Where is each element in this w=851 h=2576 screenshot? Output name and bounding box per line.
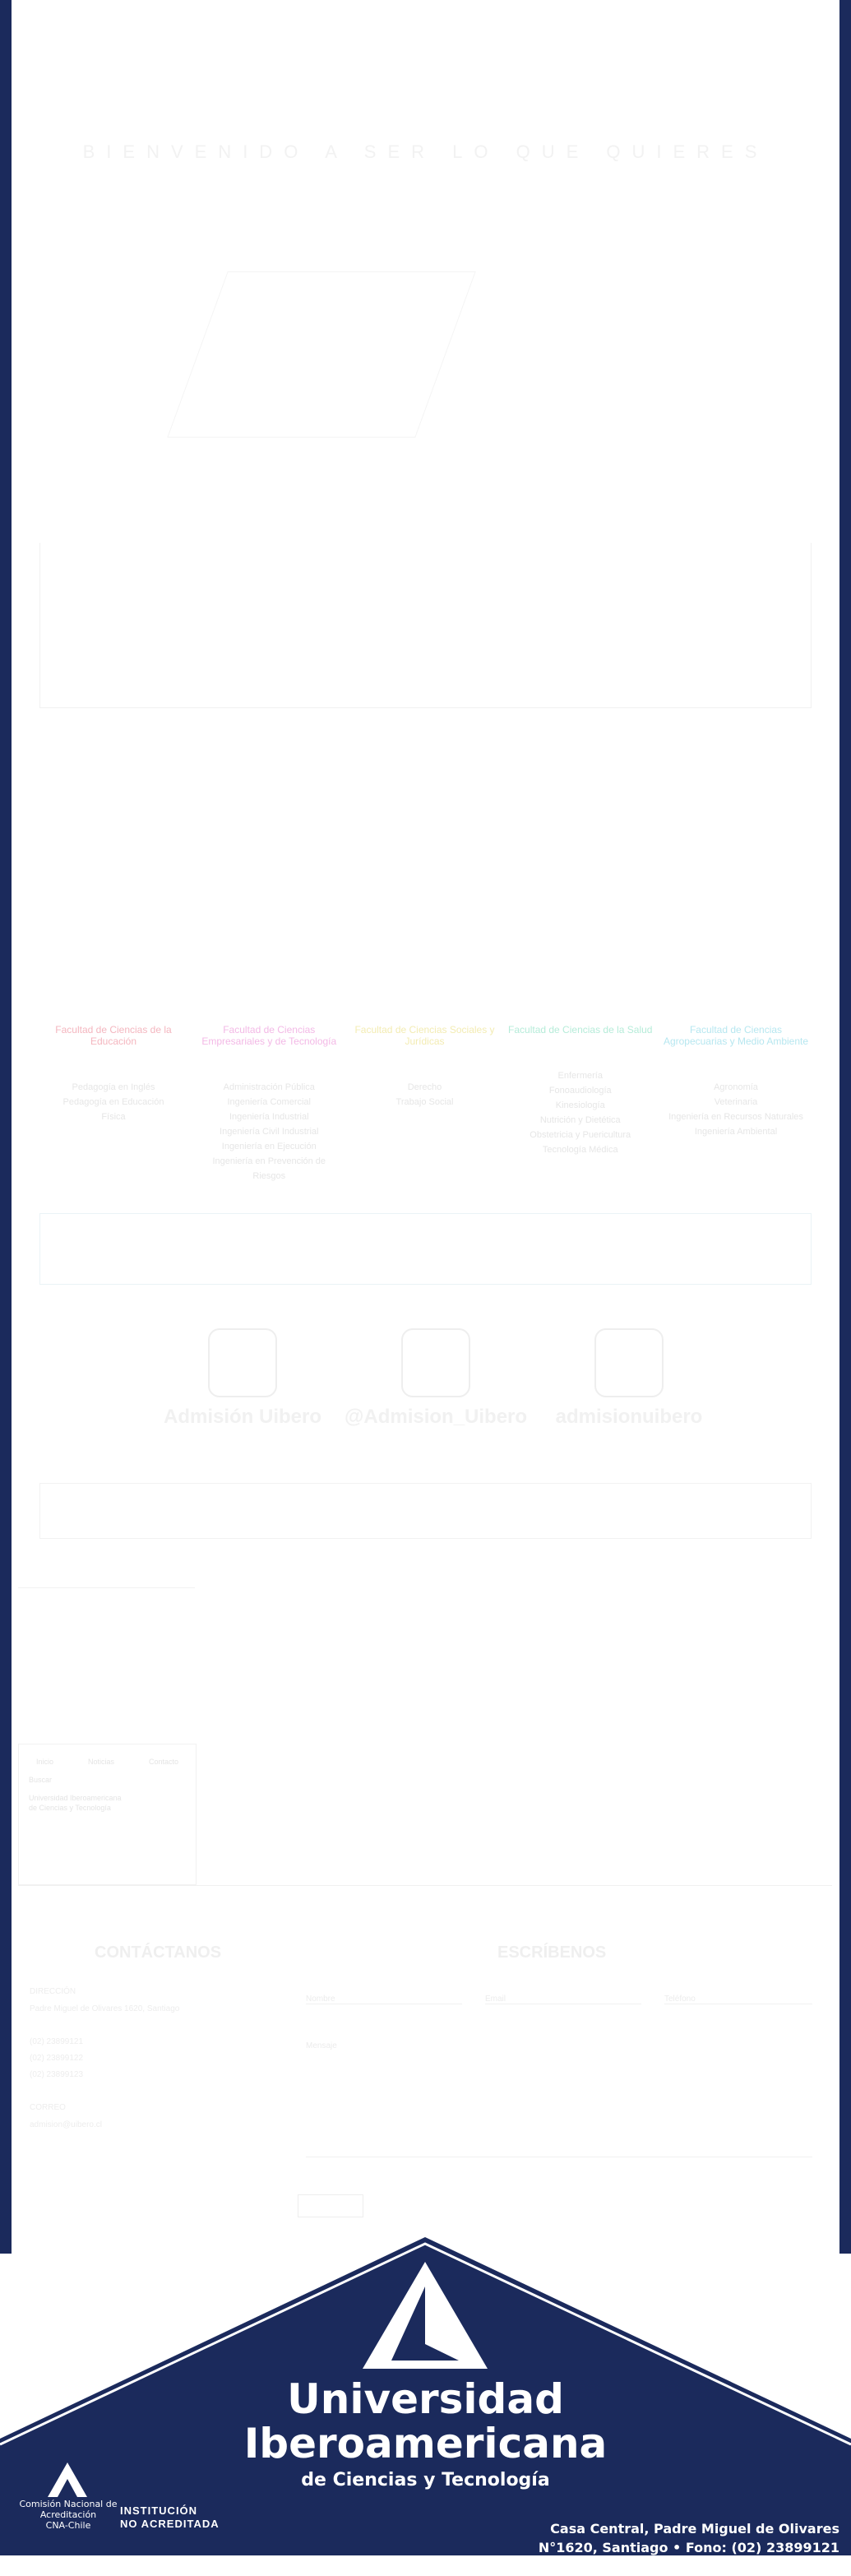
- faculty-title: Facultad de Ciencias Sociales y Jurídica…: [354, 1024, 495, 1047]
- email-heading: CORREO: [30, 2103, 66, 2112]
- widget-tab[interactable]: Noticias: [88, 1758, 114, 1766]
- divider: [18, 1587, 195, 1588]
- instagram-icon: [594, 1328, 664, 1397]
- career-item[interactable]: Tecnología Médica: [506, 1142, 654, 1157]
- career-item[interactable]: Agronomía: [662, 1080, 810, 1095]
- widget-line: Universidad Iberoamericana: [29, 1794, 122, 1802]
- faculty-business[interactable]: Facultad de Ciencias Empresariales y de …: [195, 1024, 343, 1184]
- cna-mark-icon: [48, 2462, 87, 2497]
- hero-banner: [39, 543, 812, 708]
- left-navy-border: [0, 0, 12, 2254]
- career-item[interactable]: Ingeniería Industrial: [195, 1110, 343, 1124]
- phone-2: (02) 23899122: [30, 2054, 84, 2063]
- faculty-title: Facultad de Ciencias de la Salud: [508, 1024, 653, 1035]
- institution-status: INSTITUCIÓN NO ACREDITADA: [120, 2504, 220, 2531]
- secondary-banner: [39, 1483, 812, 1539]
- cna-short: CNA-Chile: [45, 2520, 91, 2531]
- faculty-title: Facultad de Ciencias Agropecuarias y Med…: [663, 1024, 809, 1047]
- address-heading: DIRECCIÓN: [30, 1987, 76, 1996]
- admission-banner: [39, 1213, 812, 1285]
- instagram-label: admisionuibero: [555, 1406, 703, 1428]
- widget-line: de Ciencias y Tecnología: [29, 1804, 111, 1812]
- career-item[interactable]: Trabajo Social: [351, 1095, 499, 1110]
- cna-name: Comisión Nacional de Acreditación: [19, 2499, 118, 2520]
- career-item[interactable]: Ingeniería en Ejecución: [195, 1139, 343, 1154]
- career-item[interactable]: Ingeniería Civil Industrial: [195, 1124, 343, 1139]
- contact-title: CONTÁCTANOS: [95, 1944, 222, 1962]
- instagram-link[interactable]: admisionuibero: [534, 1328, 724, 1429]
- footer-phone: N°1620, Santiago • Fono: (02) 23899121: [538, 2540, 839, 2555]
- email-field[interactable]: Email: [485, 1995, 641, 2004]
- faculty-agro[interactable]: Facultad de Ciencias Agropecuarias y Med…: [662, 1024, 810, 1184]
- twitter-label: @Admision_Uibero: [344, 1406, 528, 1428]
- footer-address: Casa Central, Padre Miguel de Olivares: [550, 2521, 839, 2537]
- faculty-social[interactable]: Facultad de Ciencias Sociales y Jurídica…: [351, 1024, 499, 1184]
- write-title: ESCRÍBENOS: [497, 1944, 607, 1962]
- widget-search[interactable]: Buscar: [19, 1766, 196, 1784]
- twitter-icon: [401, 1328, 470, 1397]
- faculty-title: Facultad de Ciencias de la Educación: [55, 1024, 172, 1047]
- university-name-3: de Ciencias y Tecnología: [301, 2470, 550, 2490]
- career-item[interactable]: Ingeniería Ambiental: [662, 1124, 810, 1139]
- facebook-label: Admisión Uibero: [163, 1406, 321, 1428]
- institution-line-1: INSTITUCIÓN: [120, 2504, 198, 2517]
- section-divider: [18, 1885, 832, 1886]
- career-item[interactable]: Derecho: [351, 1080, 499, 1095]
- cna-logo: Comisión Nacional de Acreditación CNA-Ch…: [15, 2459, 122, 2531]
- widget-tab[interactable]: Inicio: [36, 1758, 53, 1766]
- send-button[interactable]: [298, 2194, 363, 2217]
- phone-1: (02) 23899121: [30, 2037, 84, 2046]
- twitter-link[interactable]: @Admision_Uibero: [341, 1328, 530, 1429]
- facebook-icon: [208, 1328, 277, 1397]
- faculty-title: Facultad de Ciencias Empresariales y de …: [201, 1024, 337, 1047]
- career-item[interactable]: Kinesiología: [506, 1098, 654, 1113]
- address-text: Padre Miguel de Olivares 1620, Santiago: [30, 2004, 180, 2013]
- faculty-health[interactable]: Facultad de Ciencias de la Salud Enferme…: [506, 1024, 654, 1184]
- institution-line-2: NO ACREDITADA: [120, 2518, 220, 2530]
- career-item[interactable]: Ingeniería en Prevención de Riesgos: [195, 1154, 343, 1184]
- social-links: Admisión Uibero @Admision_Uibero admisio…: [148, 1328, 724, 1429]
- career-item[interactable]: Ingeniería Comercial: [195, 1095, 343, 1110]
- career-item[interactable]: Pedagogía en Educación: [39, 1095, 187, 1110]
- career-item[interactable]: Nutrición y Dietética: [506, 1113, 654, 1128]
- career-item[interactable]: Ingeniería en Recursos Naturales: [662, 1110, 810, 1124]
- career-item[interactable]: Pedagogía en Inglés: [39, 1080, 187, 1095]
- career-item[interactable]: Enfermería: [506, 1068, 654, 1083]
- career-item[interactable]: Administración Pública: [195, 1080, 343, 1095]
- career-item[interactable]: Fonoaudiología: [506, 1083, 654, 1098]
- right-navy-border: [839, 0, 851, 2254]
- name-field[interactable]: Nombre: [306, 1995, 462, 2004]
- hero-graphic: [167, 271, 476, 438]
- mobile-preview-widget: Inicio Noticias Contacto Buscar Universi…: [18, 1744, 197, 1885]
- email-text: admision@uibero.cl: [30, 2120, 102, 2129]
- footer-contact: Casa Central, Padre Miguel de Olivares N…: [494, 2519, 839, 2576]
- faculty-education[interactable]: Facultad de Ciencias de la Educación Ped…: [39, 1024, 187, 1184]
- university-name-2: Iberoamericana: [243, 2420, 608, 2467]
- career-item[interactable]: Obstetricia y Puericultura: [506, 1128, 654, 1142]
- facebook-link[interactable]: Admisión Uibero: [148, 1328, 337, 1429]
- phone-field[interactable]: Teléfono: [664, 1995, 812, 2004]
- university-name-1: Universidad: [287, 2375, 564, 2423]
- faculties-section: Facultad de Ciencias de la Educación Ped…: [39, 1024, 810, 1184]
- widget-tab[interactable]: Contacto: [149, 1758, 178, 1766]
- welcome-heading: BIENVENIDO A SER LO QUE QUIERES: [82, 141, 769, 162]
- career-item[interactable]: Física: [39, 1110, 187, 1124]
- message-field[interactable]: Mensaje: [306, 2041, 812, 2157]
- footer-email[interactable]: E-mail: admision@uibero.cl: [494, 2557, 839, 2576]
- career-item[interactable]: Veterinaria: [662, 1095, 810, 1110]
- phone-3: (02) 23899123: [30, 2070, 84, 2079]
